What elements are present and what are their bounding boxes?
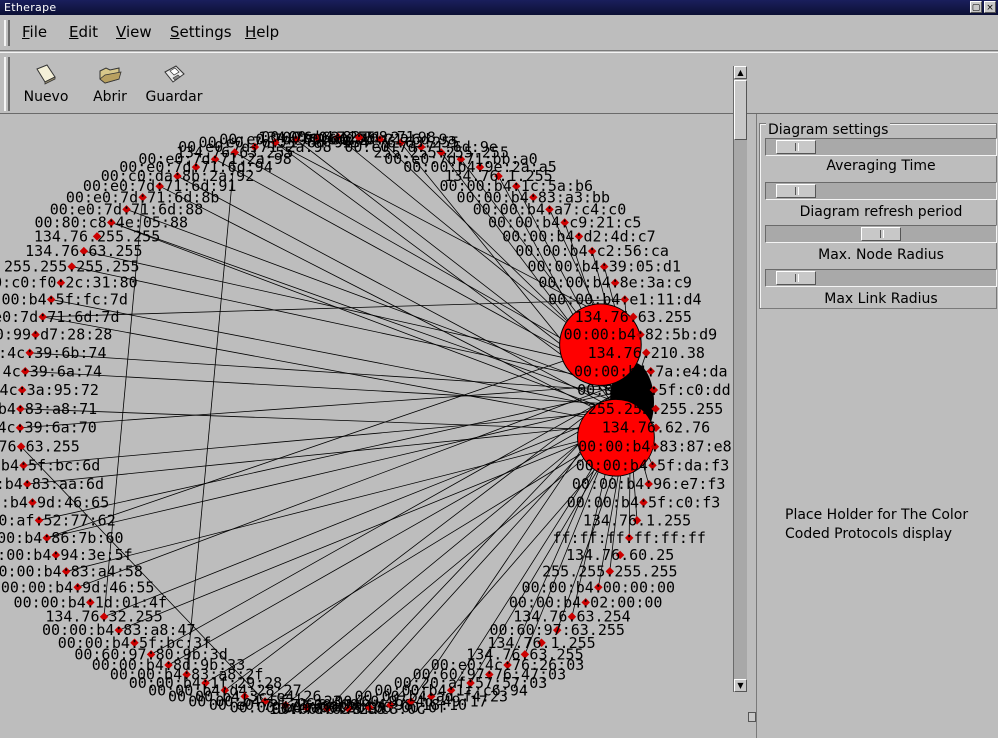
averaging-time-label: Averaging Time [826,158,936,174]
close-button[interactable]: × [984,1,996,13]
menu-settings[interactable]: Settings [170,23,232,41]
max-node-radius-slider[interactable] [765,225,997,243]
node-label: 00:e0:7d:71:6d:7d [0,308,119,326]
link-line [20,408,635,432]
node-label: 255.255.255.255 [542,562,677,580]
averaging-time-slider[interactable] [765,138,997,156]
node-label: 00:00:b4:00:00:00 [522,578,676,596]
menu-edit[interactable]: Edit [69,23,98,41]
diagram-vertical-scrollbar[interactable]: ▲ ▼ [733,66,747,692]
link-line [38,388,633,521]
node-label: 255.255.255.255 [588,400,723,418]
node-label: ff:ff:ff:ff:ff:ff [552,529,706,547]
scroll-down-arrow[interactable]: ▼ [734,679,747,692]
link-line [186,152,236,675]
max-link-radius-label: Max Link Radius [824,291,938,307]
node-label: 00:c0:f0:2c:31:80 [0,274,138,292]
protocols-placeholder: Place Holder for The Color Coded Protoco… [785,506,968,544]
node-label: 00:00:b4:5f:fc:7d [0,291,128,309]
node-label: 00:00:b4:9d:46:65 [0,493,109,511]
open-label: Abrir [93,89,127,105]
diagram-settings-frame: Diagram settings Averaging Time Diagram … [759,122,997,309]
node-label: 00:20:af:52:77:62 [0,511,116,529]
panel-resize-handle[interactable] [748,712,756,738]
node-label: 00:00:b4:e1:11:d4 [548,291,702,309]
scroll-up-arrow[interactable]: ▲ [734,66,747,79]
link-line [77,380,628,588]
menu-bar: File Edit View Settings Help [0,15,998,51]
link-line [46,401,629,539]
new-file-icon [36,64,56,85]
toolbar-handle[interactable] [4,57,10,111]
max-link-radius-slider[interactable] [765,269,997,287]
node-label: 134.76.60.25 [566,546,674,564]
save-button[interactable]: Guardar [144,63,204,105]
node-label: 00:00:b4:86:7b:60 [0,529,124,547]
node-label: 00:00:b4:82:5b:d9 [564,326,718,344]
node-label: 00:00:b4:83:a8:71 [0,400,97,418]
node-label: 00:e0:4c:39:6a:74 [0,362,102,380]
node-label: 00:00:b4:8e:3a:c9 [538,274,692,292]
slider-knob[interactable] [776,271,817,285]
slider-knob[interactable] [776,140,817,154]
menu-help[interactable]: Help [245,23,279,41]
new-button[interactable]: Nuevo [22,63,70,105]
link-line [20,383,631,429]
open-folder-icon [99,67,122,84]
node-label: 00:50:99:d7:28:28 [0,326,112,344]
refresh-period-label: Diagram refresh period [799,204,963,220]
link-line [29,352,636,393]
slider-knob[interactable] [776,184,817,198]
link-line [66,427,632,572]
max-node-radius-label: Max. Node Radius [818,247,944,263]
link-line [25,370,632,406]
node-label: 00:e0:4c:39:6a:70 [0,419,97,437]
node-label: 134.76.62.76 [602,419,710,437]
network-graph[interactable]: 00:00:b4:83:a8:71 134.76.63.255 00:e0:7d:7… [0,116,732,738]
node-label: 00:00:b4:83:87:e8 [578,438,732,456]
menubar-handle[interactable] [4,20,10,46]
window-title: Etherape [4,1,57,14]
link-line [46,334,641,539]
node-label: 00:00:b4:5f:da:f3 [576,456,730,474]
node-label: 00:00:b4:5f:c0:f3 [567,493,721,511]
scroll-thumb[interactable] [734,80,747,140]
link-line [51,299,637,414]
protocols-placeholder-line1: Place Holder for The Color [785,507,969,523]
node-label: 00:e0:4c:3a:95:72 [0,381,99,399]
link-line [23,409,634,466]
node-label: 00:00:b4:96:e7:f3 [572,475,726,493]
protocols-placeholder-line2: Coded Protocols display [785,526,953,542]
save-label: Guardar [145,89,203,105]
diagram-settings-title: Diagram settings [766,122,891,138]
title-bar: Etherape ▢ × [0,0,998,15]
node-label: 00:00:b4:5f:bc:6d [0,456,100,474]
side-panel: Diagram settings Averaging Time Diagram … [756,114,998,738]
menu-file[interactable]: File [22,23,47,41]
maximize-button[interactable]: ▢ [970,1,982,13]
link-line [27,422,630,485]
node-label: 00:00:b4:94:3e:5f [0,546,133,564]
node-label: 00:e0:4c:39:6b:74 [0,344,106,362]
toolbar: Nuevo Abrir Guardar [0,52,998,114]
node-label: 00:00:b4:83:aa:6d [0,475,104,493]
node-label: 134.76.63.255 [0,438,80,456]
slider-knob[interactable] [861,227,901,241]
node-label: 134.76.63.255 [575,308,692,326]
node-label: 00:00:b4:7a:e4:da [574,362,728,380]
node-label: 00:e0:7d:71:2a:98 [282,129,436,147]
link-line [42,299,625,318]
refresh-period-slider[interactable] [765,182,997,200]
node-label: 134.76.1.255 [583,511,691,529]
open-button[interactable]: Abrir [90,63,130,105]
network-diagram[interactable]: 00:00:b4:83:a8:71 134.76.63.255 00:e0:7d:7… [0,116,732,738]
new-label: Nuevo [23,89,69,105]
node-label: 00:00:b4:5f:c0:dd [577,381,731,399]
node-label: 134.76.210.38 [588,344,705,362]
menu-view[interactable]: View [116,23,152,41]
floppy-disk-icon [164,65,185,83]
node-label: 00:00:b4:39:05:d1 [527,258,681,276]
